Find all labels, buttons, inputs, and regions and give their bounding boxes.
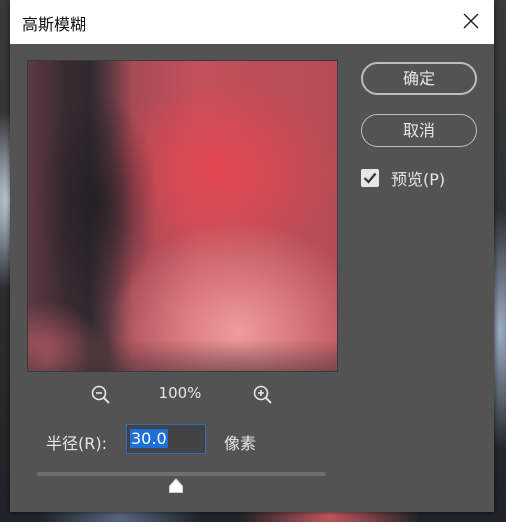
slider-thumb-icon <box>168 478 183 493</box>
zoom-in-icon <box>253 385 272 404</box>
zoom-out-icon <box>91 385 110 404</box>
checkmark-icon <box>363 172 377 184</box>
gaussian-blur-dialog: 高斯模糊 100% 半径(R): 30.0 像素 确定 取消 预览(P) <box>10 0 494 512</box>
radius-label: 半径(R): <box>46 434 107 453</box>
radius-unit: 像素 <box>224 434 257 453</box>
blur-preview[interactable] <box>27 60 338 372</box>
zoom-in-button[interactable] <box>252 384 274 406</box>
cancel-button[interactable]: 取消 <box>361 114 477 147</box>
radius-slider-thumb[interactable] <box>168 478 184 498</box>
zoom-out-button[interactable] <box>90 384 112 406</box>
radius-input[interactable]: 30.0 <box>126 424 206 454</box>
dialog-title: 高斯模糊 <box>22 15 87 34</box>
close-icon <box>463 13 479 29</box>
preview-label: 预览(P) <box>391 170 446 189</box>
radius-value: 30.0 <box>130 429 168 448</box>
title-bar: 高斯模糊 <box>10 0 494 44</box>
ok-button[interactable]: 确定 <box>361 62 477 95</box>
close-button[interactable] <box>448 0 494 44</box>
preview-checkbox[interactable]: 预览(P) <box>361 166 445 190</box>
zoom-level: 100% <box>158 384 202 402</box>
radius-slider-track[interactable] <box>37 472 326 476</box>
checkbox-box[interactable] <box>361 169 379 187</box>
